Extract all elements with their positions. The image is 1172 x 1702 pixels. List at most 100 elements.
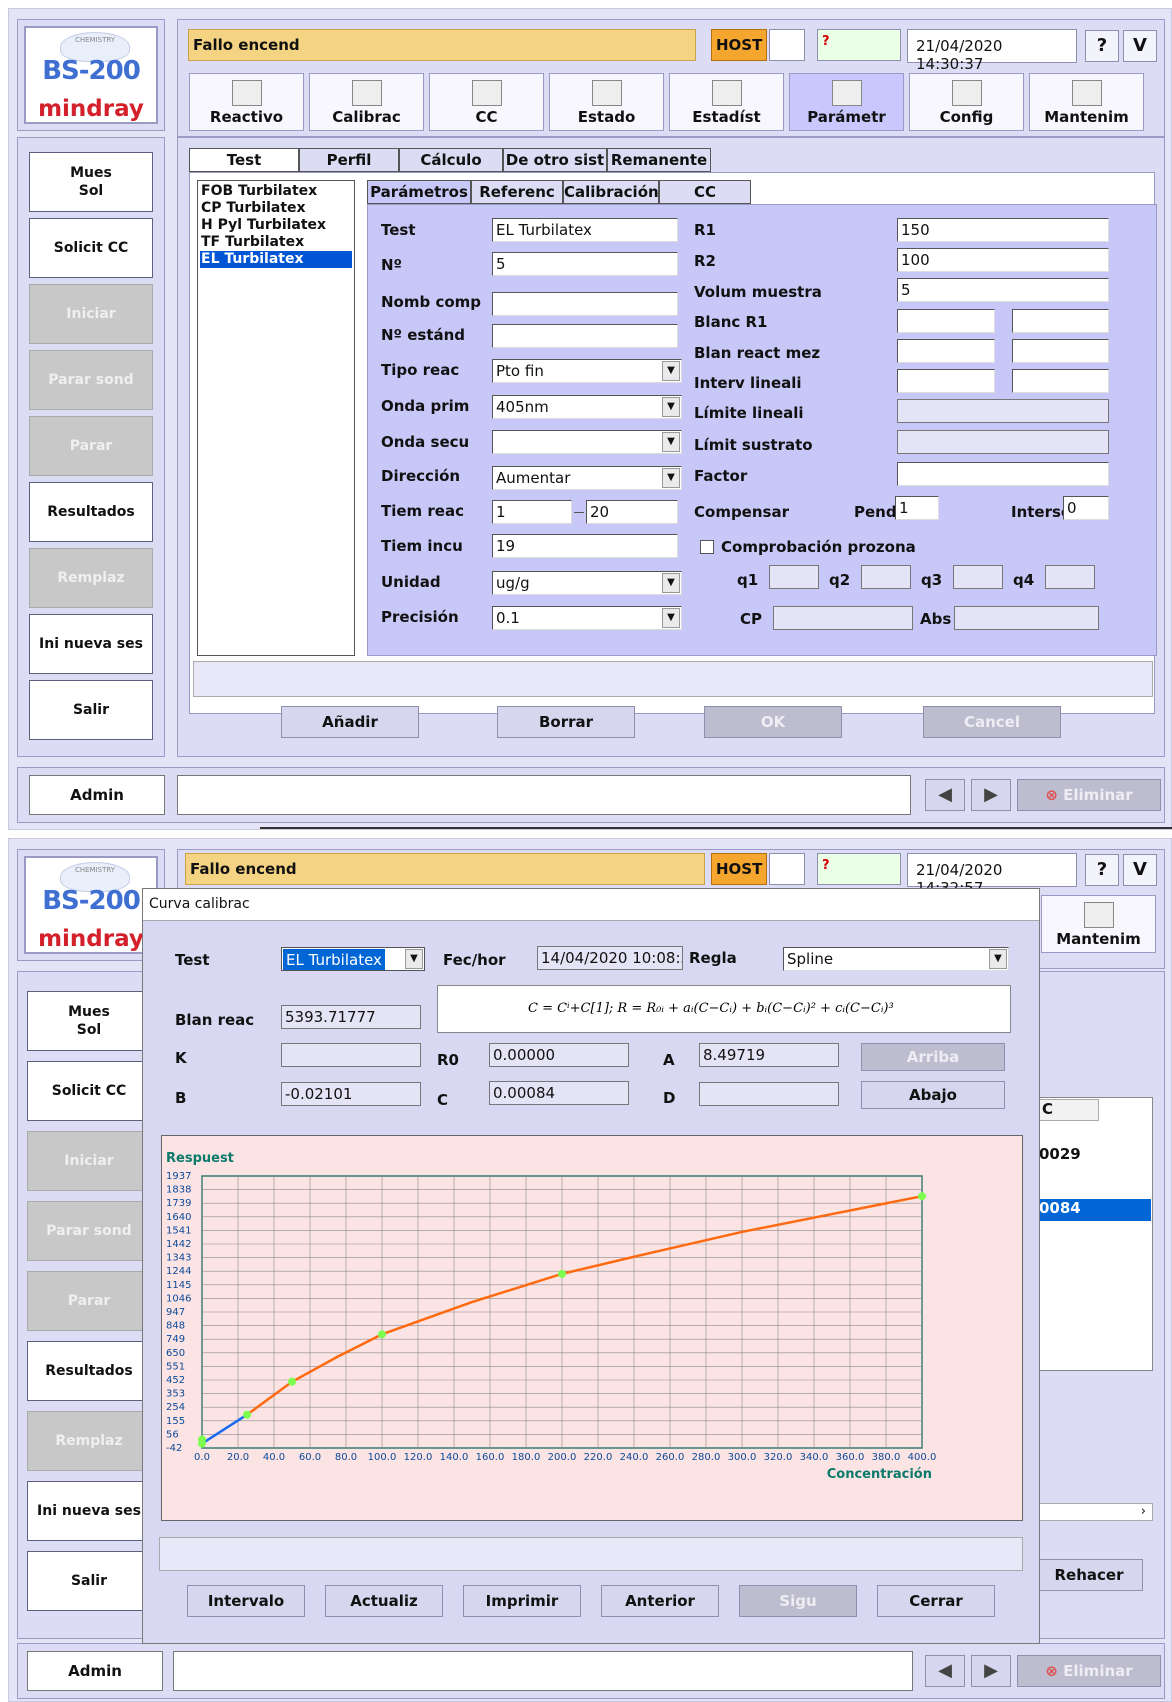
chevron-down-icon[interactable]: ▼: [405, 949, 423, 969]
toolbar-parametr[interactable]: Parámetr: [789, 73, 904, 131]
q2-input[interactable]: [861, 565, 911, 589]
anterior-button[interactable]: Anterior: [601, 1585, 719, 1617]
sidebar-parar[interactable]: Parar: [29, 416, 153, 476]
sidebar-mues-sol[interactable]: Mues Sol: [27, 991, 151, 1051]
test-select[interactable]: EL Turbilatex ▼: [281, 947, 425, 971]
chevron-down-icon[interactable]: ▼: [662, 573, 680, 593]
intervalo-button[interactable]: Intervalo: [187, 1585, 305, 1617]
chevron-down-icon[interactable]: ▼: [662, 468, 680, 488]
delete-button[interactable]: Borrar: [497, 706, 635, 738]
mixed-blank-min-input[interactable]: [897, 339, 995, 363]
siguiente-button[interactable]: Sigu: [739, 1585, 857, 1617]
cerrar-button[interactable]: Cerrar: [877, 1585, 995, 1617]
incubation-time-input[interactable]: 19: [492, 534, 678, 558]
standard-number-input[interactable]: [492, 324, 678, 348]
abs-input[interactable]: [954, 606, 1099, 630]
primary-wave-select[interactable]: 405nm ▼: [492, 395, 682, 419]
list-item[interactable]: CP Turbilatex: [200, 200, 352, 217]
sidebar-salir[interactable]: Salir: [29, 680, 153, 740]
test-list[interactable]: FOB Turbilatex CP Turbilatex H Pyl Turbi…: [197, 180, 355, 656]
toolbar-estado[interactable]: Estado: [549, 73, 664, 131]
toolbar-calibrac[interactable]: Calibrac: [309, 73, 424, 131]
linear-range-max-input[interactable]: [1012, 369, 1109, 393]
help-button[interactable]: ?: [1085, 854, 1119, 886]
test-name-input[interactable]: EL Turbilatex: [492, 218, 678, 242]
add-button[interactable]: Añadir: [281, 706, 419, 738]
secondary-wave-select[interactable]: ▼: [492, 430, 682, 454]
sidebar-iniciar[interactable]: Iniciar: [29, 284, 153, 344]
tab-test[interactable]: Test: [189, 148, 299, 172]
sidebar-remplaz[interactable]: Remplaz: [29, 548, 153, 608]
alarm-bar[interactable]: Fallo encend: [188, 29, 696, 61]
status-mark[interactable]: ?: [817, 853, 901, 885]
next-arrow-button[interactable]: ▶: [971, 1655, 1011, 1687]
sidebar-parar[interactable]: Parar: [27, 1271, 151, 1331]
slope-input[interactable]: 1: [895, 496, 939, 520]
chevron-down-icon[interactable]: ▼: [662, 361, 680, 381]
toolbar-cc[interactable]: CC: [429, 73, 544, 131]
sidebar-iniciar[interactable]: Iniciar: [27, 1131, 151, 1191]
version-button[interactable]: V: [1123, 854, 1157, 886]
scroll-right-arrow[interactable]: ›: [1035, 1503, 1153, 1521]
alarm-bar[interactable]: Fallo encend: [185, 853, 705, 885]
direction-select[interactable]: Aumentar ▼: [492, 466, 682, 490]
reaction-time-end-input[interactable]: 20: [586, 500, 678, 524]
tab-calculo[interactable]: Cálculo: [399, 148, 503, 172]
host-indicator[interactable]: HOST: [711, 853, 767, 885]
q4-input[interactable]: [1045, 565, 1095, 589]
prev-arrow-button[interactable]: ◀: [925, 1655, 965, 1687]
toolbar-mantenim[interactable]: Mantenim: [1041, 895, 1156, 953]
ok-button[interactable]: OK: [704, 706, 842, 738]
full-name-input[interactable]: [492, 292, 678, 316]
sidebar-parar-sond[interactable]: Parar sond: [29, 350, 153, 410]
toolbar-reactivo[interactable]: Reactivo: [189, 73, 304, 131]
q1-input[interactable]: [769, 565, 819, 589]
tab-perfil[interactable]: Perfil: [299, 148, 399, 172]
imprimir-button[interactable]: Imprimir: [463, 1585, 581, 1617]
list-item[interactable]: TF Turbilatex: [200, 234, 352, 251]
test-number-input[interactable]: 5: [492, 252, 678, 276]
toolbar-mantenim[interactable]: Mantenim: [1029, 73, 1144, 131]
q3-input[interactable]: [953, 565, 1003, 589]
version-button[interactable]: V: [1123, 30, 1157, 62]
reaction-time-start-input[interactable]: 1: [492, 500, 572, 524]
sidebar-solicit-cc[interactable]: Solicit CC: [29, 218, 153, 278]
sidebar-parar-sond[interactable]: Parar sond: [27, 1201, 151, 1261]
chevron-down-icon[interactable]: ▼: [662, 397, 680, 417]
linear-range-min-input[interactable]: [897, 369, 995, 393]
sidebar-ini-nueva-ses[interactable]: Ini nueva ses: [27, 1481, 151, 1541]
sidebar-resultados[interactable]: Resultados: [29, 482, 153, 542]
blank-r1-max-input[interactable]: [1012, 309, 1109, 333]
help-button[interactable]: ?: [1085, 30, 1119, 62]
sidebar-resultados[interactable]: Resultados: [27, 1341, 151, 1401]
blank-r1-min-input[interactable]: [897, 309, 995, 333]
unit-select[interactable]: ug/g ▼: [492, 571, 682, 595]
sidebar-solicit-cc[interactable]: Solicit CC: [27, 1061, 151, 1121]
rule-select[interactable]: Spline ▼: [783, 947, 1009, 971]
subtab-calibracion[interactable]: Calibración: [563, 180, 659, 204]
prev-arrow-button[interactable]: ◀: [925, 779, 965, 811]
actualiz-button[interactable]: Actualiz: [325, 1585, 443, 1617]
subtab-referenc[interactable]: Referenc: [471, 180, 563, 204]
factor-input[interactable]: [897, 462, 1109, 486]
subtab-cc[interactable]: CC: [659, 180, 751, 204]
chevron-down-icon[interactable]: ▼: [989, 949, 1007, 969]
sidebar-remplaz[interactable]: Remplaz: [27, 1411, 151, 1471]
tab-remanente[interactable]: Remanente: [607, 148, 711, 172]
sample-volume-input[interactable]: 5: [897, 278, 1109, 302]
sidebar-mues-sol[interactable]: Mues Sol: [29, 152, 153, 212]
cp-input[interactable]: [773, 606, 913, 630]
eliminar-button[interactable]: ⊗ Eliminar: [1017, 1655, 1161, 1687]
list-item-selected[interactable]: EL Turbilatex: [200, 251, 352, 268]
r1-input[interactable]: 150: [897, 218, 1109, 242]
mixed-blank-max-input[interactable]: [1012, 339, 1109, 363]
cancel-button[interactable]: Cancel: [923, 706, 1061, 738]
table-row-selected[interactable]: 0084: [1037, 1199, 1151, 1221]
status-mark[interactable]: ?: [817, 29, 901, 61]
chevron-down-icon[interactable]: ▼: [662, 432, 680, 452]
tab-de-otro-sist[interactable]: De otro sist: [503, 148, 607, 172]
reaction-type-select[interactable]: Pto fin ▼: [492, 359, 682, 383]
toolbar-config[interactable]: Config: [909, 73, 1024, 131]
chevron-down-icon[interactable]: ▼: [662, 608, 680, 628]
host-indicator[interactable]: HOST: [711, 29, 767, 61]
